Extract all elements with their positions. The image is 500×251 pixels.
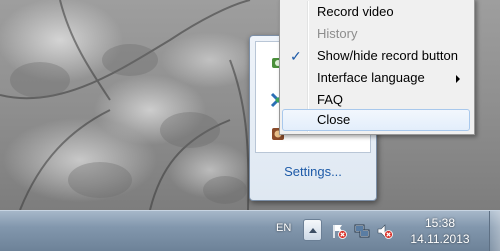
- menu-item-label: Record video: [317, 4, 394, 19]
- menu-item-label: Interface language: [317, 70, 425, 85]
- clock-date: 14.11.2013: [410, 232, 470, 246]
- chevron-up-icon: [309, 228, 317, 233]
- menu-item-label: FAQ: [317, 92, 344, 107]
- menu-item-faq[interactable]: FAQ: [282, 89, 470, 111]
- menu-item-label: Show/hide record button: [317, 48, 458, 63]
- menu-item-label: Close: [317, 112, 351, 127]
- language-indicator[interactable]: EN: [276, 222, 291, 234]
- settings-link[interactable]: Settings...: [250, 164, 376, 179]
- system-clock[interactable]: 15:38 14.11.2013: [400, 215, 480, 247]
- taskbar: EN 15:38 14.11.2013: [0, 210, 500, 251]
- action-center-flag-icon[interactable]: [331, 223, 347, 239]
- show-desktop-button[interactable]: [489, 211, 500, 251]
- checkmark-icon: ✓: [290, 48, 302, 64]
- show-hidden-icons-button[interactable]: [303, 219, 322, 241]
- network-icon[interactable]: [354, 223, 370, 239]
- clock-time: 15:38: [424, 216, 456, 230]
- menu-item-record-video[interactable]: Record video: [282, 1, 470, 23]
- menu-item-interface-language[interactable]: Interface language: [282, 67, 470, 89]
- context-menu: Record video History ✓ Show/hide record …: [279, 0, 475, 135]
- menu-item-label: History: [317, 26, 358, 41]
- volume-muted-icon[interactable]: [377, 223, 393, 239]
- menu-item-close[interactable]: Close: [282, 109, 470, 131]
- menu-item-show-hide-record-button[interactable]: ✓ Show/hide record button: [282, 45, 470, 67]
- submenu-arrow-icon: [456, 75, 460, 83]
- menu-item-history: History: [282, 23, 470, 45]
